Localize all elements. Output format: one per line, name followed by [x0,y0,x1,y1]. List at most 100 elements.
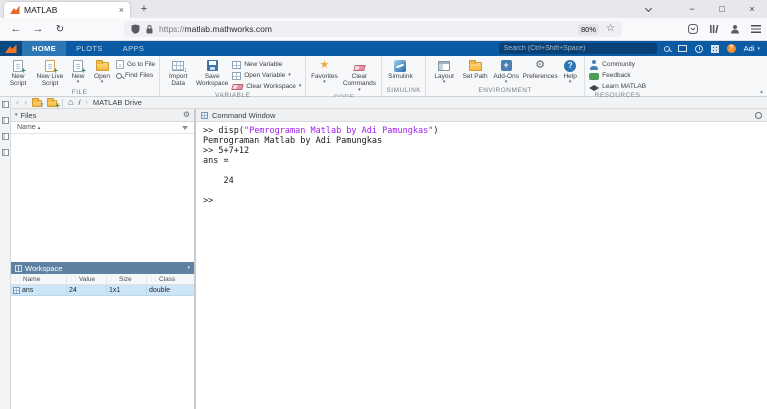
tab-plots[interactable]: PLOTS [66,41,113,56]
workspace-panel-header[interactable]: Workspace ▾ [11,262,194,274]
files-panel-header[interactable]: ▾ Files ⚙ [11,109,194,122]
caret-down-icon: ▾ [77,80,80,85]
search-input[interactable] [499,43,657,54]
figures-panel-toggle-icon[interactable] [2,133,9,140]
collapse-icon[interactable]: ▾ [15,112,18,118]
menu-icon[interactable] [751,25,761,33]
preferences-button[interactable]: ⚙ Preferences [523,58,557,80]
open-variable-button[interactable]: Open Variable ▾ [232,71,301,80]
set-path-button[interactable]: Set Path [461,58,489,80]
learn-matlab-button[interactable]: Learn MATLAB [589,82,646,91]
workspace-col-size[interactable]: ⋮⋮ Size [107,274,147,284]
reload-button[interactable]: ↻ [50,18,70,40]
breadcrumb-root[interactable]: / [78,98,80,107]
browser-tab[interactable]: MATLAB × [4,2,130,18]
search-icon[interactable] [664,46,670,52]
forward-button[interactable]: → [28,18,48,40]
nav-back-icon[interactable]: ‹ [16,98,19,107]
list-all-tabs-button[interactable] [637,0,659,18]
workspace-cell-size: 1x1 [107,285,147,295]
workspace-col-value[interactable]: ⋮⋮ Value [67,274,107,284]
matlab-logo-icon [5,44,17,54]
upload-icon[interactable] [32,100,42,107]
tab-close-icon[interactable]: × [119,5,124,15]
caret-down-icon: ▾ [757,46,760,52]
workspace-col-name[interactable]: ⋮⋮ Name [11,274,67,284]
new-variable-button[interactable]: New Variable [232,60,301,69]
pocket-icon[interactable] [688,24,698,34]
files-settings-gear-icon[interactable]: ⚙ [183,111,190,119]
go-to-file-icon [116,60,124,69]
back-button[interactable]: ← [6,18,26,40]
browser-tab-title: MATLAB [24,5,119,15]
maximize-button[interactable]: □ [707,0,737,18]
desktop-icon[interactable] [678,45,687,52]
ribbon-section-environment: Layout ▾ Set Path Add-Ons ▾ ⚙ Preference… [426,56,585,96]
new-tab-button[interactable]: + [136,2,152,18]
section-label-simulink: SIMULINK [386,86,421,96]
tab-apps[interactable]: APPS [113,41,155,56]
workspace-collapse-icon[interactable]: ▾ [187,265,190,271]
community-button[interactable]: Community [589,60,646,69]
console-line [203,186,767,196]
matlab-logo[interactable] [0,41,22,56]
favorites-button[interactable]: ★ Favorites ▾ [310,58,338,85]
import-data-button[interactable]: Import Data [164,58,192,88]
command-window-header[interactable]: Command Window [196,109,767,122]
user-menu[interactable]: Adi ▾ [744,44,760,53]
apps-grid-icon[interactable] [711,45,719,53]
collapse-toolstrip-icon[interactable]: ▴ [760,88,763,95]
workspace-col-class[interactable]: ⋮⋮ Class [147,274,194,284]
bookmark-star-icon[interactable]: ☆ [606,24,615,34]
clear-workspace-button[interactable]: Clear Workspace ▾ [232,82,301,91]
preview-panel-toggle-icon[interactable] [2,149,9,156]
home-icon[interactable]: ⌂ [68,98,73,107]
browser-tab-strip: MATLAB × + − □ × [0,0,767,18]
new-script-button[interactable]: New Script [4,58,32,88]
new-button[interactable]: New ▾ [68,58,88,85]
library-icon[interactable] [709,24,719,34]
files-list-empty[interactable] [11,134,194,262]
help-button[interactable]: Help ▾ [560,58,580,85]
layout-button[interactable]: Layout ▾ [430,58,458,85]
workspace-row[interactable]: ans241x1double [11,285,194,296]
ribbon-section-file: New Script New Live Script New ▾ Open ▾ [0,56,160,96]
url-bar[interactable]: https://matlab.mathworks.com 80% ☆ [124,21,622,37]
workspace-panel-toggle-icon[interactable] [2,117,9,124]
files-name-column[interactable]: Name [17,124,36,131]
clear-commands-button[interactable]: Clear Commands ▾ [341,58,377,93]
open-button[interactable]: Open ▾ [91,58,113,85]
help-badge-icon[interactable]: ? [727,44,736,53]
command-window-output[interactable]: >> disp("Pemrograman Matlab by Adi Pamun… [196,122,767,206]
history-icon[interactable] [695,45,703,53]
add-ons-button[interactable]: Add-Ons ▾ [492,58,520,85]
tab-home[interactable]: HOME [22,41,66,56]
nav-forward-icon[interactable]: › [24,98,27,107]
minimize-button[interactable]: − [677,0,707,18]
simulink-button[interactable]: Simulink [386,58,414,80]
ribbon-section-resources: Community Feedback Learn MATLAB RESOURCE… [585,56,650,96]
zoom-level-badge[interactable]: 80% [578,24,599,35]
console-line: ans = [203,156,767,166]
files-column-header[interactable]: Name ▴ [11,122,194,134]
feedback-button[interactable]: Feedback [589,71,646,80]
panel-options-icon[interactable] [755,112,762,119]
new-live-script-button[interactable]: New Live Script [35,58,65,88]
save-workspace-button[interactable]: Save Workspace [195,58,229,88]
close-button[interactable]: × [737,0,767,18]
filter-icon[interactable] [182,126,188,130]
workspace-icon [15,265,22,272]
workspace-table-header: ⋮⋮ Name ⋮⋮ Value ⋮⋮ Size ⋮⋮ Class [11,274,194,285]
divider [62,99,63,107]
files-panel-toggle-icon[interactable] [2,101,9,108]
ribbon-section-code: ★ Favorites ▾ Clear Commands ▾ CODE [306,56,382,96]
workspace-panel-title: Workspace [25,264,62,273]
console-line: >> 5+7+12 [203,146,767,156]
account-icon[interactable] [730,24,740,34]
breadcrumb-location[interactable]: MATLAB Drive [93,98,142,107]
new-folder-icon[interactable] [47,100,57,107]
caret-down-icon: ▾ [443,80,446,85]
find-files-button[interactable]: Find Files [116,71,155,80]
sort-ascending-icon: ▴ [38,125,41,131]
go-to-file-button[interactable]: Go to File [116,60,155,69]
